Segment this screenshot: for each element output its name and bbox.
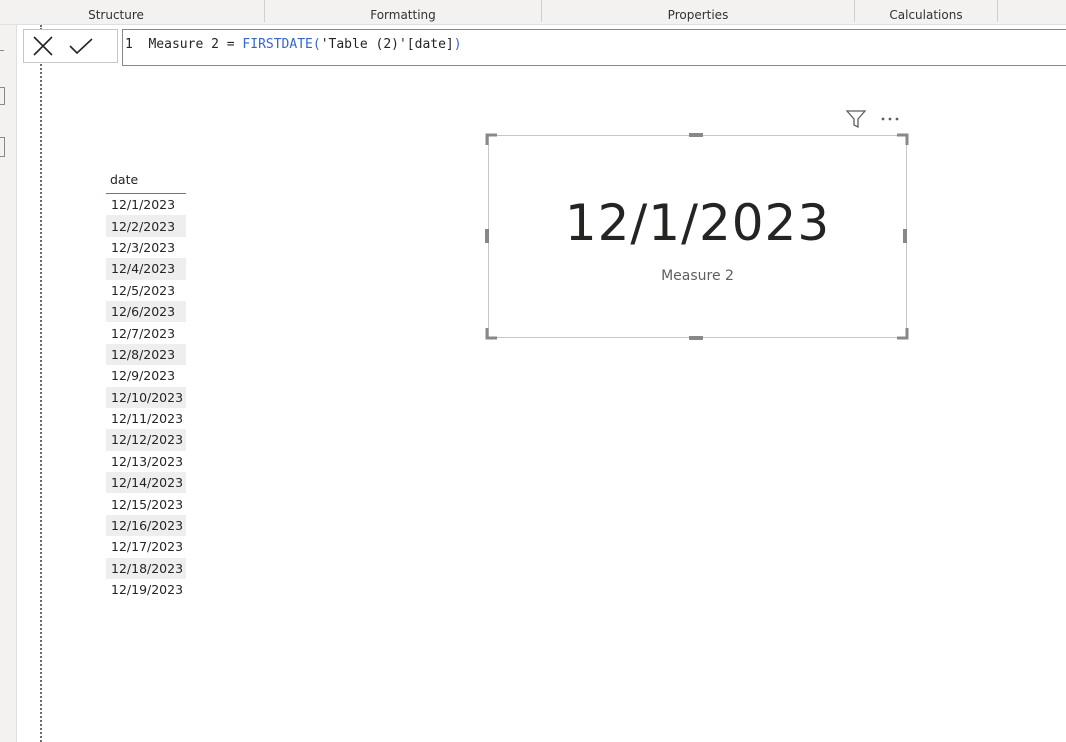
close-icon (33, 36, 53, 56)
table-row[interactable]: 12/13/2023 (106, 451, 186, 472)
table-row[interactable]: 12/5/2023 (106, 280, 186, 301)
table-body: 12/1/2023 12/2/2023 12/3/2023 12/4/2023 12/5… (106, 194, 186, 600)
table-row[interactable]: 12/2/2023 (106, 215, 186, 237)
dax-function: FIRSTDATE (242, 37, 313, 52)
page-boundary (40, 25, 42, 742)
left-navigation-rail (0, 25, 17, 742)
formula-bar-buttons (23, 29, 118, 63)
table-row[interactable]: 12/1/2023 (106, 194, 186, 215)
visual-header-filter[interactable] (845, 108, 867, 130)
table-row[interactable]: 12/10/2023 (106, 386, 186, 408)
ribbon-separator (997, 0, 998, 22)
measure-name: Measure 2 (148, 37, 219, 52)
table-row[interactable]: 12/15/2023 (106, 493, 186, 514)
table-row[interactable]: 12/19/2023 (106, 579, 186, 600)
table-row[interactable]: 12/17/2023 (106, 536, 186, 557)
report-view-icon[interactable] (0, 50, 4, 52)
visual-header-more-options[interactable] (879, 108, 903, 130)
more-options-icon (881, 117, 899, 121)
ribbon-group-labels: Structure Formatting Properties Calculat… (0, 0, 1066, 25)
table-row[interactable]: 12/11/2023 (106, 408, 186, 429)
ribbon-group-structure: Structure (88, 8, 144, 22)
table-row[interactable]: 12/9/2023 (106, 365, 186, 386)
card-value: 12/1/2023 (564, 194, 831, 252)
table-row[interactable]: 12/12/2023 (106, 429, 186, 451)
close-paren: ) (453, 37, 462, 52)
equals-operator: = (226, 37, 235, 52)
column-reference: [date] (406, 37, 454, 52)
date-table-visual[interactable]: date 12/1/2023 12/2/2023 12/3/2023 12/4/202… (106, 166, 186, 600)
line-number: 1 (125, 37, 133, 52)
commit-formula-button[interactable] (62, 31, 100, 61)
filter-icon (845, 110, 867, 129)
table-row[interactable]: 12/4/2023 (106, 258, 186, 280)
card-visual[interactable]: 12/1/2023 Measure 2 (488, 135, 907, 338)
checkmark-icon (69, 38, 93, 55)
table-row[interactable]: 12/16/2023 (106, 514, 186, 537)
data-view-icon[interactable] (0, 87, 5, 105)
report-editor: Structure Formatting Properties Calculat… (0, 0, 1066, 742)
ribbon-group-formatting: Formatting (370, 8, 436, 22)
table-row[interactable]: 12/7/2023 (106, 322, 186, 343)
model-view-icon[interactable] (0, 137, 5, 157)
table-reference: 'Table (2)' (320, 37, 407, 52)
cancel-formula-button[interactable] (24, 31, 62, 61)
table-row[interactable]: 12/14/2023 (106, 472, 186, 494)
dax-formula-input[interactable]: 1 Measure 2 = FIRSTDATE('Table (2)'[date… (122, 29, 1066, 66)
table-row[interactable]: 12/8/2023 (106, 343, 186, 366)
table-row[interactable]: 12/6/2023 (106, 300, 186, 323)
card-label: Measure 2 (661, 268, 734, 284)
table-column-header[interactable]: date (106, 166, 186, 194)
table-row[interactable]: 12/18/2023 (106, 557, 186, 580)
table-row[interactable]: 12/3/2023 (106, 237, 186, 258)
open-paren: ( (312, 37, 321, 52)
ribbon-group-calculations: Calculations (889, 8, 963, 22)
ribbon-group-properties: Properties (667, 8, 729, 22)
